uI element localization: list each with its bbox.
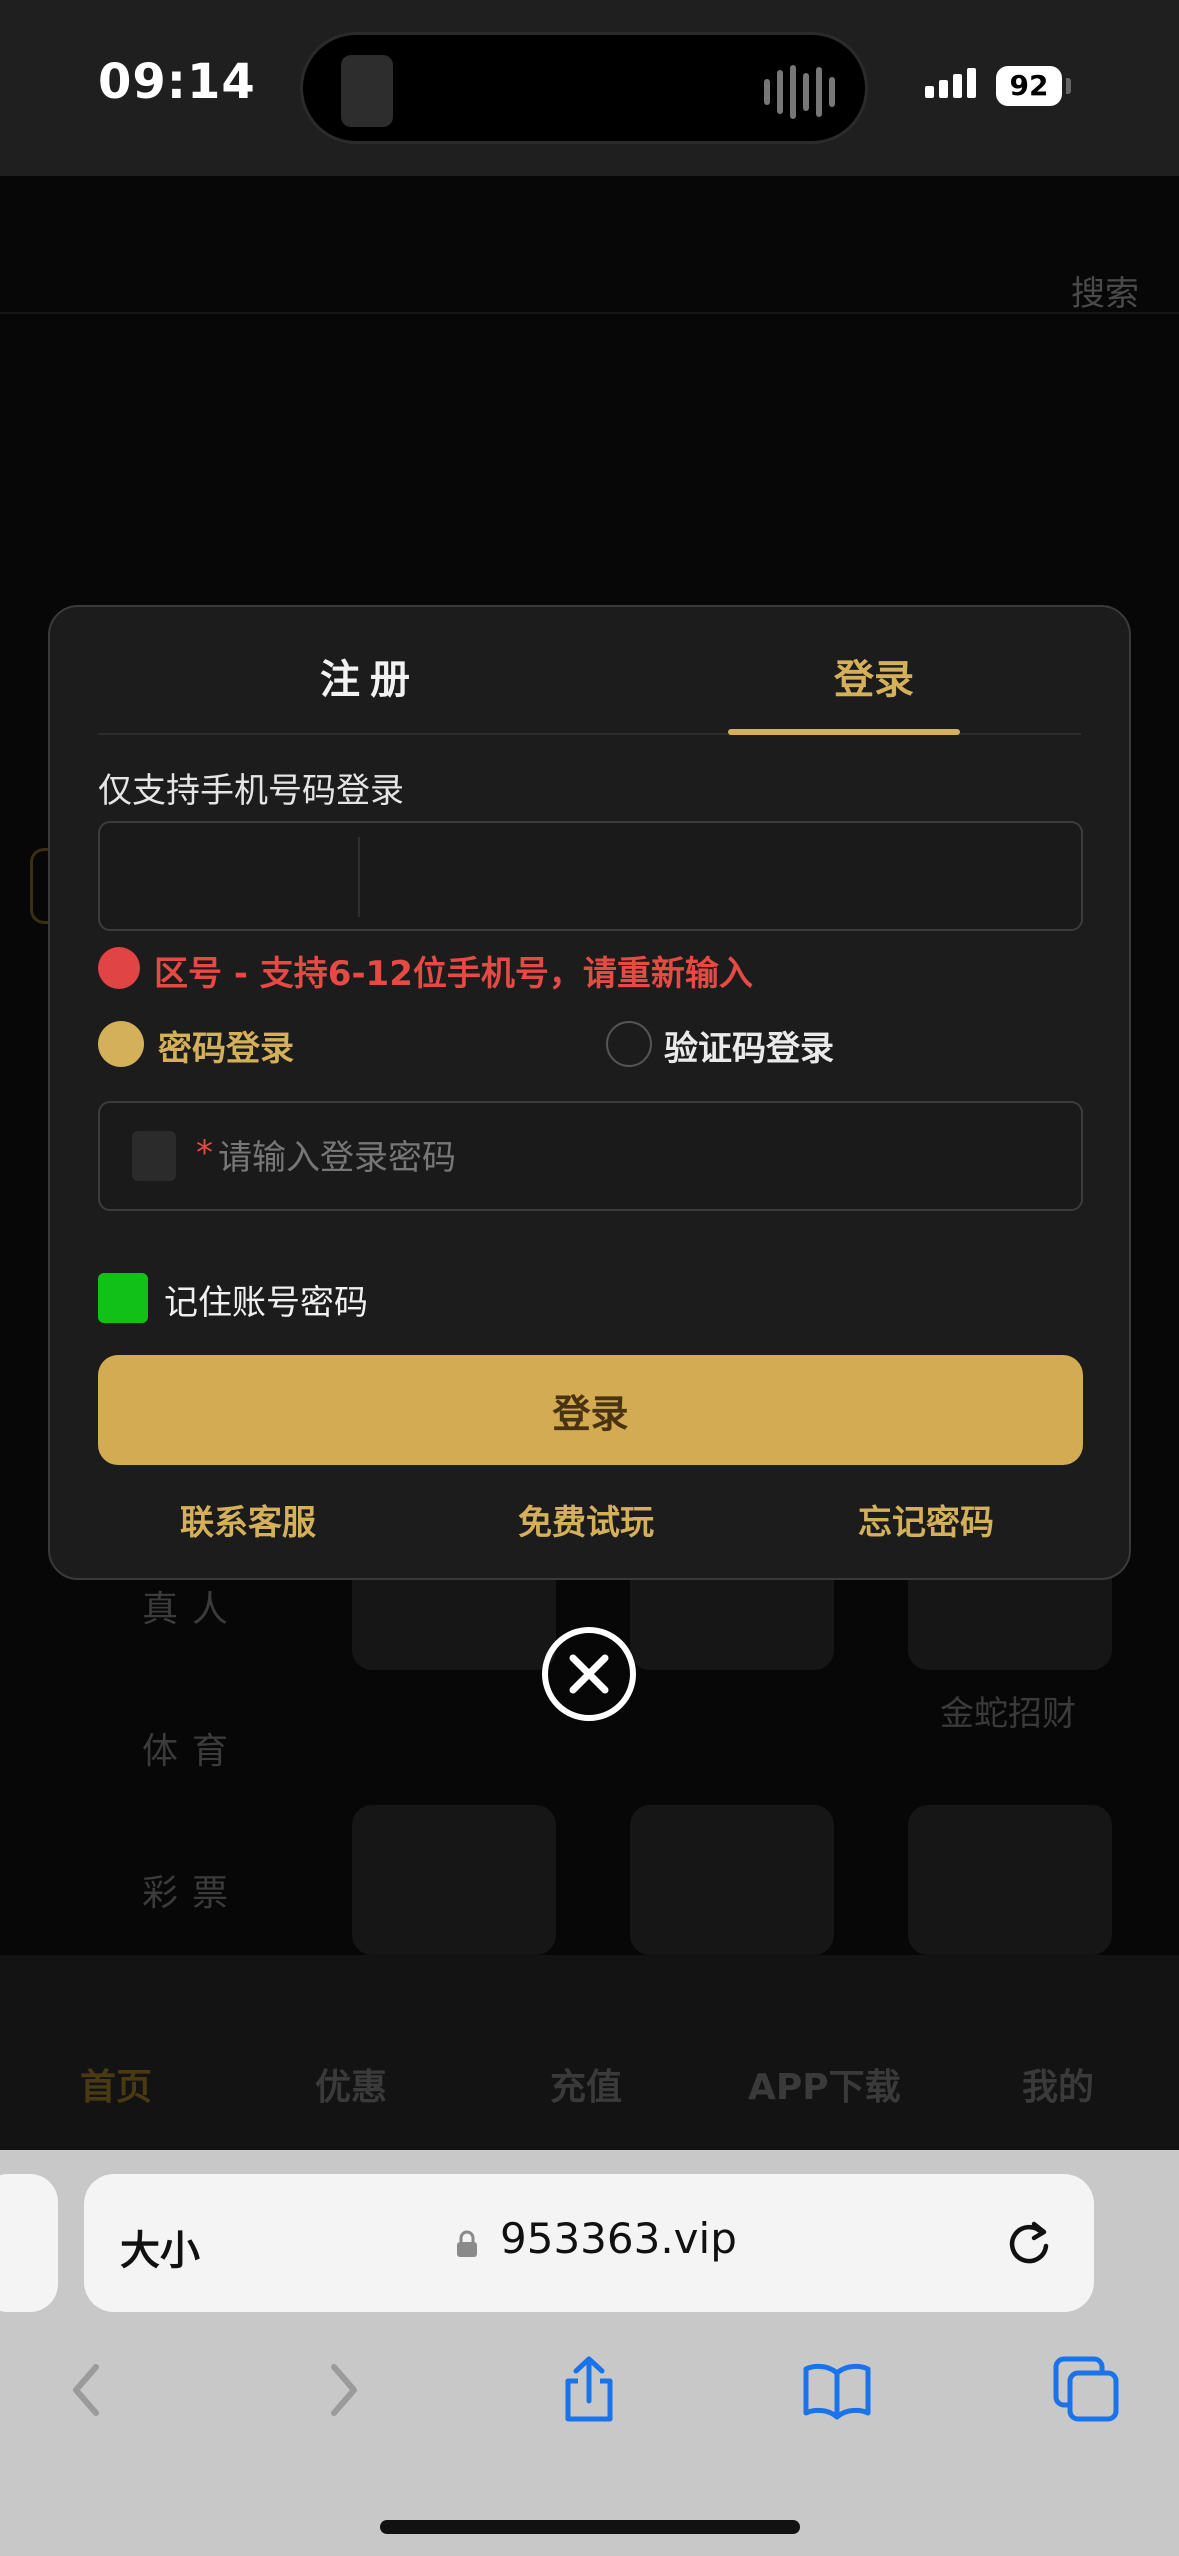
category-sports[interactable]: 体育: [142, 1722, 242, 1774]
required-mark: *: [196, 1133, 213, 1173]
close-modal-button[interactable]: [542, 1627, 636, 1721]
radio-password-login[interactable]: [98, 1021, 144, 1067]
audio-wave-icon: [764, 65, 835, 119]
lock-icon: [132, 1131, 176, 1181]
category-lottery[interactable]: 彩票: [142, 1864, 242, 1916]
login-modal: 注册 登录 仅支持手机号码登录 区号 - 支持6-12位手机号，请重新输入 密码…: [48, 605, 1131, 1580]
tab-register[interactable]: 注册: [320, 647, 420, 705]
tab-login[interactable]: 登录: [834, 647, 914, 705]
password-login-label[interactable]: 密码登录: [158, 1021, 294, 1070]
previous-tab-peek[interactable]: [0, 2174, 58, 2312]
lock-icon: [457, 2230, 477, 2257]
battery-indicator: 92: [996, 66, 1062, 106]
remember-label[interactable]: 记住账号密码: [164, 1275, 368, 1324]
game-tile[interactable]: [908, 1805, 1112, 1955]
tabs-icon[interactable]: [1052, 2355, 1122, 2425]
side-tab-edge: [30, 848, 50, 924]
remember-checkbox[interactable]: [98, 1273, 148, 1323]
code-login-label[interactable]: 验证码登录: [664, 1021, 834, 1070]
password-input[interactable]: [218, 1123, 1038, 1193]
nav-promotions[interactable]: 优惠: [315, 2058, 387, 2110]
search-link[interactable]: 搜索: [1071, 266, 1139, 315]
page: 09:14 92 搜索 真人 体育 彩票 金蛇招财 首页 优惠 充值 APP下载…: [0, 0, 1179, 2556]
error-icon: [98, 947, 140, 989]
phone-input[interactable]: [390, 843, 1040, 913]
category-live[interactable]: 真人: [142, 1580, 242, 1632]
battery-tip: [1066, 78, 1071, 94]
share-icon[interactable]: [554, 2355, 624, 2425]
header-divider: [0, 312, 1179, 314]
nav-home[interactable]: 首页: [80, 2058, 152, 2110]
nav-deposit[interactable]: 充值: [550, 2058, 622, 2110]
area-code-divider: [358, 837, 360, 917]
bottom-nav: [0, 1955, 1179, 2150]
url-text: 953363.vip: [500, 2214, 737, 2263]
back-icon[interactable]: [52, 2355, 122, 2425]
dynamic-island: [300, 32, 868, 144]
home-indicator: [380, 2520, 800, 2534]
game-tile[interactable]: [630, 1805, 834, 1955]
reload-icon[interactable]: [1002, 2216, 1056, 2270]
nav-mine[interactable]: 我的: [1022, 2058, 1094, 2110]
text-size-button[interactable]: 大小: [120, 2218, 200, 2276]
now-playing-artwork: [341, 55, 393, 127]
address-bar[interactable]: 大小 953363.vip: [84, 2174, 1094, 2312]
browser-chrome: 大小 953363.vip: [0, 2150, 1179, 2556]
close-icon: [569, 1654, 609, 1694]
cellular-signal-icon: [925, 68, 976, 98]
login-button[interactable]: 登录: [98, 1355, 1083, 1465]
status-time: 09:14: [98, 54, 256, 110]
status-bar: 09:14 92: [0, 0, 1179, 176]
phone-error-message: 区号 - 支持6-12位手机号，请重新输入: [154, 954, 753, 994]
radio-code-login[interactable]: [606, 1021, 652, 1067]
password-field: *: [98, 1101, 1083, 1211]
game-tile[interactable]: [352, 1805, 556, 1955]
phone-field: [98, 821, 1083, 931]
nav-app-download[interactable]: APP下载: [748, 2058, 901, 2110]
forward-icon[interactable]: [308, 2355, 378, 2425]
phone-hint: 仅支持手机号码登录: [98, 771, 404, 811]
active-tab-indicator: [728, 729, 960, 735]
contact-support-link[interactable]: 联系客服: [180, 1495, 316, 1544]
forgot-password-link[interactable]: 忘记密码: [858, 1495, 994, 1544]
bookmarks-icon[interactable]: [802, 2355, 872, 2425]
free-trial-link[interactable]: 免费试玩: [518, 1495, 654, 1544]
game-tile-caption: 金蛇招财: [940, 1694, 1076, 1734]
